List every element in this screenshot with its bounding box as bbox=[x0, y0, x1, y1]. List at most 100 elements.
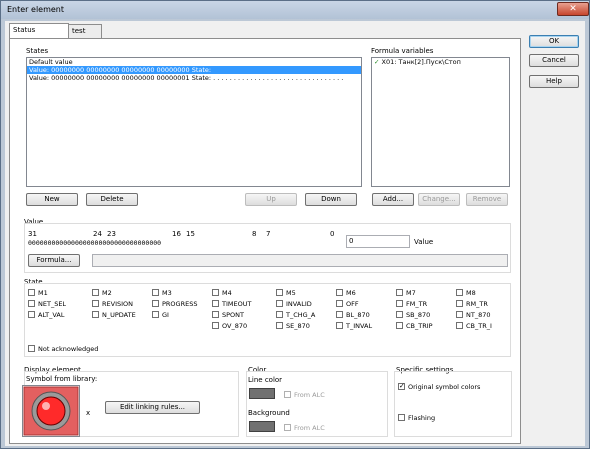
state-flag-checkbox[interactable] bbox=[276, 300, 283, 307]
state-flag-checkbox[interactable] bbox=[276, 311, 283, 318]
bit-label-15: 15 bbox=[186, 230, 195, 238]
state-flag-checkbox[interactable] bbox=[92, 300, 99, 307]
state-flag-checkbox[interactable] bbox=[92, 311, 99, 318]
state-flag-label: M3 bbox=[162, 289, 172, 297]
original-colors-label: Original symbol colors bbox=[408, 383, 481, 391]
state-flag-label: OV_870 bbox=[222, 322, 248, 330]
states-label: States bbox=[26, 47, 49, 55]
state-flag-label: OFF bbox=[346, 300, 359, 308]
state-flag-label: PROGRESS bbox=[162, 300, 198, 308]
bit-label-31: 31 bbox=[28, 230, 37, 238]
bit-label-16: 16 bbox=[172, 230, 181, 238]
state-flag-checkbox[interactable] bbox=[456, 311, 463, 318]
state-flag-checkbox[interactable] bbox=[28, 289, 35, 296]
symbol-library-label: Symbol from library: bbox=[26, 375, 98, 383]
line-color-label: Line color bbox=[248, 376, 283, 384]
formula-button[interactable]: Formula... bbox=[28, 254, 80, 267]
bit-checkboxes[interactable]: 0000000000000000000000000000000000 bbox=[28, 239, 338, 247]
formula-vars-list[interactable]: ✓ X01: Танк[2].Пуск\Стоп bbox=[371, 57, 510, 187]
change-button[interactable]: Change... bbox=[418, 193, 460, 206]
state-flag-label: NT_870 bbox=[466, 311, 491, 319]
add-button[interactable]: Add... bbox=[372, 193, 414, 206]
edit-linking-rules-button[interactable]: Edit linking rules... bbox=[105, 401, 200, 414]
state-flag-checkbox[interactable] bbox=[396, 322, 403, 329]
state-flag-checkbox[interactable] bbox=[92, 289, 99, 296]
specific-group bbox=[394, 371, 512, 437]
state-flag-checkbox[interactable] bbox=[212, 322, 219, 329]
not-acknowledged-checkbox[interactable] bbox=[28, 345, 35, 352]
symbol-preview[interactable] bbox=[22, 385, 80, 437]
state-flag-label: M5 bbox=[286, 289, 296, 297]
close-button[interactable]: ✕ bbox=[557, 2, 589, 16]
original-colors-checkbox[interactable]: ✓ bbox=[398, 382, 405, 390]
dialog-window: Enter element ✕ Status definition test m… bbox=[0, 0, 590, 449]
flashing-checkbox[interactable] bbox=[398, 414, 405, 421]
state-flag-checkbox[interactable] bbox=[212, 289, 219, 296]
state-flag-label: GI bbox=[162, 311, 169, 319]
state-flag-checkbox[interactable] bbox=[456, 300, 463, 307]
symbol-x: x bbox=[86, 409, 91, 417]
title-bar: Enter element ✕ bbox=[1, 1, 589, 19]
background-label: Background bbox=[248, 409, 290, 417]
state-flag-label: BL_870 bbox=[346, 311, 370, 319]
state-flag-checkbox[interactable] bbox=[276, 289, 283, 296]
state-flag-checkbox[interactable] bbox=[28, 311, 35, 318]
tab-status-definition[interactable]: Status definition bbox=[9, 23, 69, 46]
formula-vars-label: Formula variables bbox=[371, 47, 434, 55]
background-swatch[interactable] bbox=[249, 421, 275, 432]
formula-var-item[interactable]: ✓ X01: Танк[2].Пуск\Стоп bbox=[372, 58, 509, 66]
up-button[interactable]: Up bbox=[245, 193, 297, 206]
state-flag-label: CB_TR_I bbox=[466, 322, 492, 330]
state-flag-checkbox[interactable] bbox=[336, 300, 343, 307]
state-flag-label: M6 bbox=[346, 289, 356, 297]
bg-from-alc-label: From ALC bbox=[294, 424, 325, 432]
state-row[interactable]: Value: 00000000 00000000 00000000 000000… bbox=[27, 74, 361, 82]
new-button[interactable]: New bbox=[26, 193, 78, 206]
state-flag-label: NET_SEL bbox=[38, 300, 67, 308]
line-color-swatch[interactable] bbox=[249, 388, 275, 399]
state-flag-checkbox[interactable] bbox=[456, 289, 463, 296]
help-button[interactable]: Help bbox=[529, 75, 579, 88]
formula-var-label: X01: Танк[2].Пуск\Стоп bbox=[381, 58, 461, 66]
value-input-suffix: Value bbox=[414, 238, 434, 246]
state-flag-label: M4 bbox=[222, 289, 232, 297]
state-row[interactable]: Value: 00000000 00000000 00000000 000000… bbox=[27, 66, 361, 74]
value-input[interactable]: 0 bbox=[346, 235, 410, 248]
red-lamp-icon bbox=[23, 386, 79, 436]
state-flag-checkbox[interactable] bbox=[212, 300, 219, 307]
flashing-label: Flashing bbox=[408, 414, 436, 422]
state-flag-label: M2 bbox=[102, 289, 112, 297]
state-row[interactable]: Default value bbox=[27, 58, 361, 66]
check-icon: ✓ bbox=[374, 58, 382, 66]
state-flag-label: SPONT bbox=[222, 311, 244, 319]
dialog-client: Status definition test mode States Defau… bbox=[5, 21, 585, 446]
bg-from-alc-checkbox[interactable] bbox=[284, 424, 291, 431]
state-flag-checkbox[interactable] bbox=[28, 300, 35, 307]
line-from-alc-checkbox[interactable] bbox=[284, 391, 291, 398]
tab-test-mode[interactable]: test mode bbox=[68, 24, 102, 47]
state-flag-checkbox[interactable] bbox=[336, 311, 343, 318]
state-flag-checkbox[interactable] bbox=[336, 289, 343, 296]
state-flag-checkbox[interactable] bbox=[396, 311, 403, 318]
bit-label-8: 8 bbox=[252, 230, 257, 238]
states-list[interactable]: Default value Value: 00000000 00000000 0… bbox=[26, 57, 362, 187]
state-flag-label: N_UPDATE bbox=[102, 311, 136, 319]
ok-button[interactable]: OK bbox=[529, 35, 579, 48]
down-button[interactable]: Down bbox=[305, 193, 357, 206]
state-flag-checkbox[interactable] bbox=[212, 311, 219, 318]
state-flag-checkbox[interactable] bbox=[152, 289, 159, 296]
delete-button[interactable]: Delete bbox=[86, 193, 138, 206]
state-flag-checkbox[interactable] bbox=[456, 322, 463, 329]
remove-button[interactable]: Remove bbox=[466, 193, 508, 206]
state-flag-checkbox[interactable] bbox=[276, 322, 283, 329]
state-flag-checkbox[interactable] bbox=[152, 311, 159, 318]
state-flag-label: FM_TR bbox=[406, 300, 428, 308]
state-flag-checkbox[interactable] bbox=[396, 300, 403, 307]
state-flag-checkbox[interactable] bbox=[396, 289, 403, 296]
bit-label-0: 0 bbox=[330, 230, 335, 238]
cancel-button[interactable]: Cancel bbox=[529, 54, 579, 67]
state-flag-label: M7 bbox=[406, 289, 416, 297]
state-flag-checkbox[interactable] bbox=[152, 300, 159, 307]
state-flag-checkbox[interactable] bbox=[336, 322, 343, 329]
state-flag-label: ALT_VAL bbox=[38, 311, 65, 319]
